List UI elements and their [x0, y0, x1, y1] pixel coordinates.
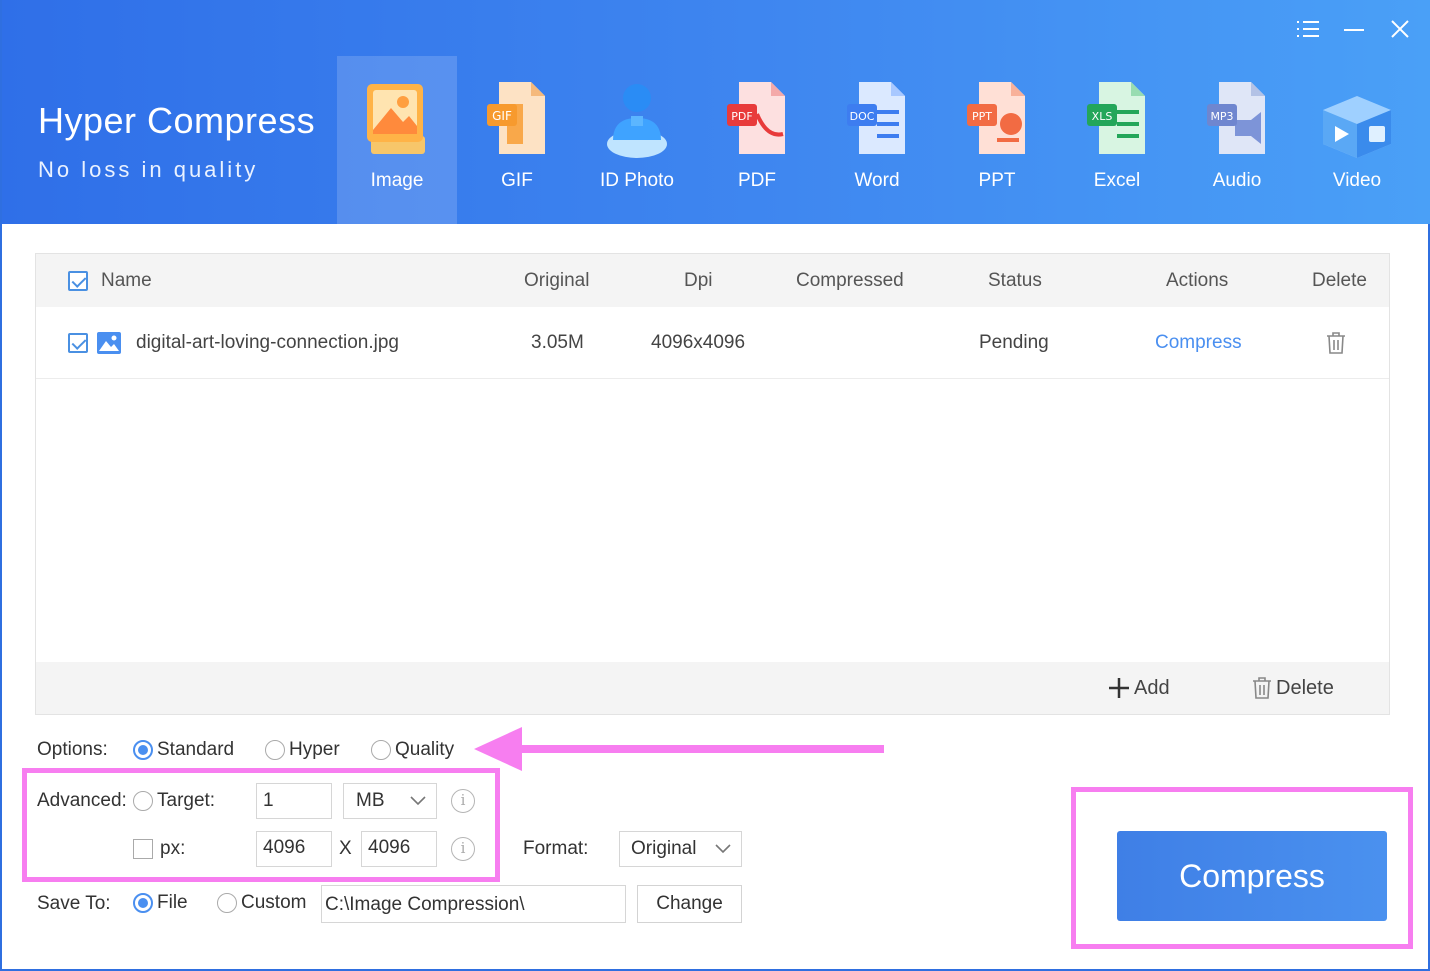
pdf-icon: PDF: [727, 82, 785, 154]
svg-text:DOC: DOC: [850, 110, 875, 123]
col-name: Name: [101, 270, 152, 291]
col-compressed: Compressed: [796, 270, 904, 291]
word-icon: DOC: [847, 82, 905, 154]
option-standard-radio[interactable]: [133, 740, 153, 760]
window-controls: [1294, 14, 1414, 44]
svg-text:GIF: GIF: [492, 109, 512, 123]
tool-tabs: Image GIF GIF ID Photo PDF PDF DOC Word …: [337, 56, 1417, 224]
col-dpi: Dpi: [684, 270, 713, 291]
minimize-icon[interactable]: [1340, 14, 1368, 44]
menu-icon[interactable]: [1294, 14, 1322, 44]
svg-text:PDF: PDF: [731, 110, 752, 123]
option-quality-label[interactable]: Quality: [395, 739, 454, 761]
trash-icon[interactable]: [1326, 331, 1346, 355]
file-name: digital-art-loving-connection.jpg: [136, 332, 399, 353]
save-path-input[interactable]: C:\Image Compression\: [321, 885, 626, 923]
col-actions: Actions: [1166, 270, 1229, 291]
format-select[interactable]: Original: [619, 831, 742, 867]
col-status: Status: [988, 270, 1042, 291]
file-table: Name Original Dpi Compressed Status Acti…: [35, 253, 1390, 715]
tab-video[interactable]: Video: [1297, 56, 1417, 224]
tab-audio[interactable]: MP3 Audio: [1177, 56, 1297, 224]
svg-text:XLS: XLS: [1092, 110, 1113, 123]
option-hyper-label[interactable]: Hyper: [289, 739, 340, 761]
audio-icon: MP3: [1207, 82, 1265, 154]
tab-ppt[interactable]: PPT PPT: [937, 56, 1057, 224]
file-status: Pending: [979, 332, 1049, 353]
add-files-button[interactable]: Add: [1108, 662, 1170, 714]
app-window: Hyper Compress No loss in quality Image …: [0, 0, 1430, 971]
ppt-icon: PPT: [967, 82, 1025, 154]
file-original-size: 3.05M: [531, 332, 584, 353]
tab-pdf[interactable]: PDF PDF: [697, 56, 817, 224]
save-file-label[interactable]: File: [157, 892, 188, 914]
compress-highlight-box: [1071, 787, 1413, 949]
tab-excel[interactable]: XLS Excel: [1057, 56, 1177, 224]
options-label: Options:: [37, 739, 108, 760]
app-title: Hyper Compress: [38, 100, 316, 141]
tab-id-photo[interactable]: ID Photo: [577, 56, 697, 224]
tab-pdf-label: PDF: [738, 170, 776, 191]
delete-files-label: Delete: [1276, 677, 1334, 699]
trash-icon: [1253, 677, 1271, 699]
image-file-icon: [97, 332, 121, 354]
option-standard-label[interactable]: Standard: [157, 739, 234, 761]
plus-icon: [1109, 678, 1129, 698]
tab-word[interactable]: DOC Word: [817, 56, 937, 224]
delete-files-button[interactable]: Delete: [1252, 662, 1334, 714]
table-footer: Add Delete: [36, 662, 1389, 714]
format-label: Format:: [523, 838, 589, 859]
change-path-button[interactable]: Change: [637, 885, 742, 923]
tab-excel-label: Excel: [1093, 170, 1141, 191]
option-hyper-radio[interactable]: [265, 740, 285, 760]
save-file-radio[interactable]: [133, 893, 153, 913]
table-row: digital-art-loving-connection.jpg 3.05M …: [36, 307, 1389, 379]
tab-image-label: Image: [370, 170, 424, 191]
tab-image[interactable]: Image: [337, 56, 457, 224]
tab-gif[interactable]: GIF GIF: [457, 56, 577, 224]
tab-audio-label: Audio: [1212, 170, 1262, 191]
close-icon[interactable]: [1386, 14, 1414, 44]
save-custom-radio[interactable]: [217, 893, 237, 913]
app-subtitle: No loss in quality: [38, 157, 259, 182]
advanced-highlight-box: [22, 768, 500, 882]
tab-video-label: Video: [1332, 170, 1382, 191]
svg-text:MP3: MP3: [1210, 110, 1233, 123]
format-value: Original: [631, 838, 697, 859]
excel-icon: XLS: [1087, 82, 1145, 154]
tab-gif-label: GIF: [501, 170, 533, 191]
file-dpi: 4096x4096: [651, 332, 746, 353]
select-all-checkbox[interactable]: [68, 271, 88, 291]
tab-word-label: Word: [854, 170, 900, 191]
tab-id-photo-label: ID Photo: [600, 170, 674, 191]
save-to-label: Save To:: [37, 893, 111, 914]
annotation-arrow: [474, 727, 884, 771]
row-compress-link[interactable]: Compress: [1155, 307, 1242, 379]
video-icon: [1323, 96, 1391, 158]
gif-icon: GIF: [487, 82, 545, 154]
chevron-down-icon: [715, 844, 731, 854]
add-files-label: Add: [1134, 677, 1170, 699]
id-photo-icon: [607, 84, 667, 158]
col-original: Original: [524, 270, 590, 291]
header-bar: Hyper Compress No loss in quality Image …: [2, 0, 1430, 224]
row-checkbox[interactable]: [68, 333, 88, 353]
table-header: Name Original Dpi Compressed Status Acti…: [36, 254, 1389, 307]
save-custom-label[interactable]: Custom: [241, 892, 306, 914]
tab-ppt-label: PPT: [978, 170, 1016, 191]
col-delete: Delete: [1312, 270, 1367, 291]
svg-text:PPT: PPT: [972, 110, 992, 123]
image-icon: [367, 84, 425, 154]
option-quality-radio[interactable]: [371, 740, 391, 760]
